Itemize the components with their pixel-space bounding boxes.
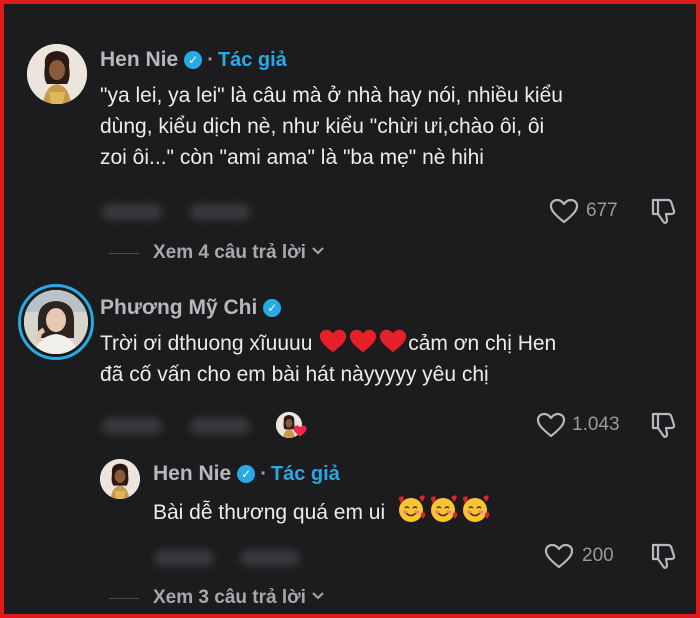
view-replies-button[interactable]: Xem 4 câu trả lời bbox=[153, 242, 325, 264]
view-replies-label[interactable]: Xem 4 câu trả lời bbox=[153, 242, 306, 263]
like-count: 677 bbox=[586, 200, 618, 221]
avatar[interactable] bbox=[27, 44, 87, 104]
verified-check-icon: ✓ bbox=[184, 51, 203, 69]
like-count: 200 bbox=[582, 545, 614, 566]
comment-username[interactable]: Phương Mỹ Chi ✓ bbox=[100, 296, 282, 320]
smiling-face-with-hearts-emoji bbox=[462, 495, 490, 522]
thumbs-down-icon[interactable] bbox=[649, 196, 679, 226]
emoji-group bbox=[395, 495, 491, 524]
blurred-reply bbox=[240, 550, 300, 566]
comment-username[interactable]: Hen Nie ✓ · Tác giả bbox=[153, 462, 340, 486]
heart-outline-icon[interactable] bbox=[549, 198, 579, 224]
chevron-down-icon bbox=[312, 247, 324, 255]
blurred-date bbox=[154, 550, 214, 566]
comment-text: Bài dễ thương quá em ui bbox=[153, 495, 491, 528]
blurred-date bbox=[102, 204, 162, 220]
author-badge: Tác giả bbox=[270, 463, 340, 485]
blurred-reply bbox=[190, 204, 250, 220]
red-heart-emoji bbox=[320, 329, 347, 353]
separator-dot: · bbox=[260, 463, 267, 485]
author-badge: Tác giả bbox=[217, 49, 287, 71]
red-heart-emoji bbox=[380, 329, 407, 353]
comment-username[interactable]: Hen Nie ✓ · Tác giả bbox=[100, 48, 287, 72]
blurred-date bbox=[102, 418, 162, 434]
comment-line: zoi ôi..." còn "ami ama" là "ba mẹ" nè h… bbox=[100, 146, 484, 169]
comment-text: Trời ơi dthuong xĩuuuu cảm ơn chị Hen đã… bbox=[100, 328, 556, 390]
heart-outline-icon[interactable] bbox=[536, 412, 566, 438]
comment-line: "ya lei, ya lei" là câu mà ở nhà hay nói… bbox=[100, 84, 563, 107]
comment-line-text: Trời ơi dthuong xĩuuuu bbox=[100, 332, 313, 355]
comment-section: Hen Nie ✓ · Tác giả "ya lei, ya lei" là câu… bbox=[0, 0, 700, 618]
avatar[interactable] bbox=[100, 459, 140, 499]
divider-line bbox=[109, 598, 139, 599]
view-replies-button[interactable]: Xem 3 câu trả lời bbox=[153, 587, 325, 609]
red-heart-emoji bbox=[350, 329, 377, 353]
comment-line-text: Bài dễ thương quá em ui bbox=[153, 501, 386, 524]
separator-dot: · bbox=[207, 49, 214, 71]
comment-line: Trời ơi dthuong xĩuuuu cảm ơn chị Hen bbox=[100, 328, 556, 359]
chevron-down-icon bbox=[312, 592, 324, 600]
like-count: 1.043 bbox=[572, 414, 620, 435]
thumbs-down-icon[interactable] bbox=[649, 410, 679, 440]
username-text[interactable]: Phương Mỹ Chi bbox=[100, 296, 257, 319]
username-text[interactable]: Hen Nie bbox=[153, 462, 231, 485]
creator-liked-badge bbox=[276, 412, 307, 440]
verified-check-icon: ✓ bbox=[237, 465, 256, 483]
comment-line: dùng, kiểu dịch nè, như kiểu "chừi ưi,ch… bbox=[100, 115, 545, 138]
comment-line-text: cảm ơn chị Hen bbox=[408, 332, 557, 355]
thumbs-down-icon[interactable] bbox=[649, 541, 679, 571]
verified-check-icon: ✓ bbox=[263, 299, 282, 317]
smiling-face-with-hearts-emoji bbox=[398, 495, 426, 522]
comment-text: "ya lei, ya lei" là câu mà ở nhà hay nói… bbox=[100, 80, 563, 173]
avatar[interactable] bbox=[24, 290, 88, 354]
heart-outline-icon[interactable] bbox=[544, 543, 574, 569]
divider-line bbox=[109, 253, 139, 254]
view-replies-label[interactable]: Xem 3 câu trả lời bbox=[153, 587, 306, 608]
username-text[interactable]: Hen Nie bbox=[100, 48, 178, 71]
blurred-reply bbox=[190, 418, 250, 434]
comment-line: đã cố vấn cho em bài hát nàyyyyy yêu chị bbox=[100, 363, 489, 386]
smiling-face-with-hearts-emoji bbox=[430, 495, 458, 522]
avatar-ring[interactable] bbox=[18, 284, 94, 360]
red-heart-icon bbox=[293, 425, 307, 437]
